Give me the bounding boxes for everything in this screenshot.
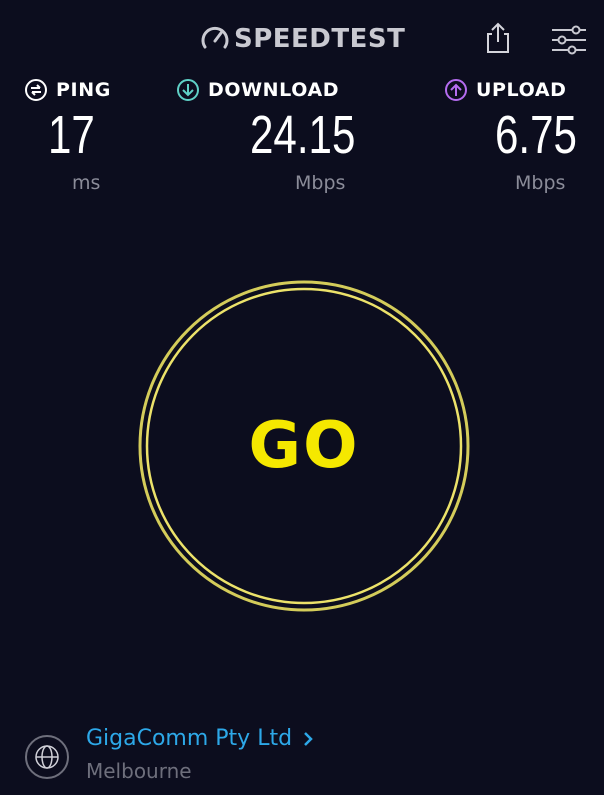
settings-button[interactable] [550,25,588,55]
upload-header: UPLOAD [444,74,579,106]
download-unit: Mbps [295,172,346,194]
globe-icon [25,735,69,779]
download-metric[interactable]: DOWNLOAD 24.15 Mbps [176,74,356,204]
server-provider-link[interactable]: GigaComm Pty Ltd [86,726,314,751]
server-info: GigaComm Pty Ltd Melbourne [0,720,604,795]
ping-unit: ms [72,172,101,194]
share-button[interactable] [483,21,513,55]
speedtest-logo: SPEEDTEST [200,22,405,56]
logo-text: SPEEDTEST [234,24,406,54]
header: SPEEDTEST [0,0,604,78]
upload-metric[interactable]: UPLOAD 6.75 Mbps [444,74,579,204]
server-location: Melbourne [86,759,192,783]
ping-icon [25,79,47,101]
share-icon [487,22,509,53]
sliders-icon [552,25,586,55]
download-header: DOWNLOAD [176,74,356,106]
download-label: DOWNLOAD [208,79,340,101]
ping-metric[interactable]: PING 17 ms [24,74,144,204]
ping-value: 17 [48,105,95,165]
upload-label: UPLOAD [476,79,567,101]
upload-unit: Mbps [515,172,566,194]
go-label: GO [248,409,360,483]
download-value: 24.15 [250,105,356,165]
go-button[interactable]: GO [137,279,471,613]
server-provider-name: GigaComm Pty Ltd [86,726,293,751]
upload-value: 6.75 [495,105,577,165]
chevron-right-icon [304,731,313,746]
download-arrow-icon [177,79,199,101]
ping-label: PING [56,79,111,101]
ping-header: PING [24,74,144,106]
upload-arrow-icon [445,79,467,101]
speedometer-icon [201,26,229,49]
